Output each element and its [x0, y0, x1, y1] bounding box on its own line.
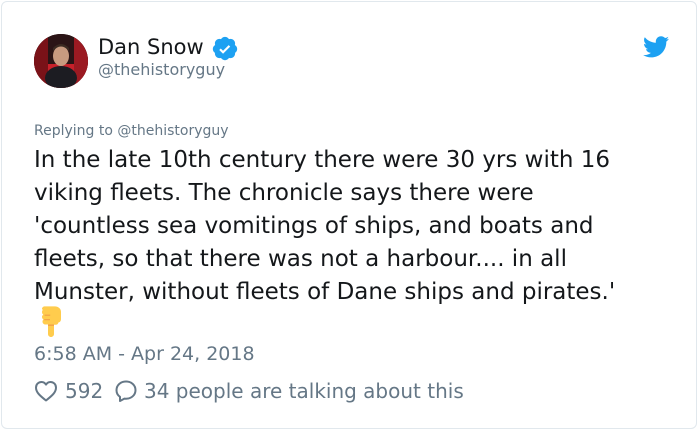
tweet-text-line: fleets, so that there was not a harbour.… — [34, 246, 567, 272]
twitter-bird-icon[interactable] — [643, 36, 669, 58]
tweet-text-line: viking fleets. The chronicle says there … — [34, 180, 534, 206]
like-count[interactable]: 592 — [65, 378, 103, 404]
author-handle[interactable]: @thehistoryguy — [98, 60, 225, 80]
talking-count[interactable]: 34 people are talking about this — [144, 378, 464, 404]
tweet-card: Dan Snow @thehistoryguy Replying to @the… — [1, 1, 697, 429]
verified-badge-icon — [212, 36, 238, 61]
pointing-down-emoji-icon — [42, 306, 61, 337]
tweet-timestamp[interactable]: 6:58 AM - Apr 24, 2018 — [34, 342, 255, 366]
replying-to-handle-link[interactable]: @thehistoryguy — [117, 123, 228, 139]
speech-bubble-icon[interactable] — [114, 379, 138, 403]
avatar[interactable] — [34, 34, 88, 88]
replying-to-label: Replying to — [34, 123, 118, 139]
author-name[interactable]: Dan Snow — [98, 34, 204, 60]
replying-to: Replying to @thehistoryguy — [34, 121, 229, 141]
tweet-text-line: 'countless sea vomitings of ships, and b… — [34, 213, 594, 239]
tweet-text-line: In the late 10th century there were 30 y… — [34, 147, 611, 173]
heart-outline-icon[interactable] — [34, 380, 58, 402]
tweet-text-line: Munster, without fleets of Dane ships an… — [34, 279, 616, 305]
tweet-text: In the late 10th century there were 30 y… — [34, 144, 674, 309]
